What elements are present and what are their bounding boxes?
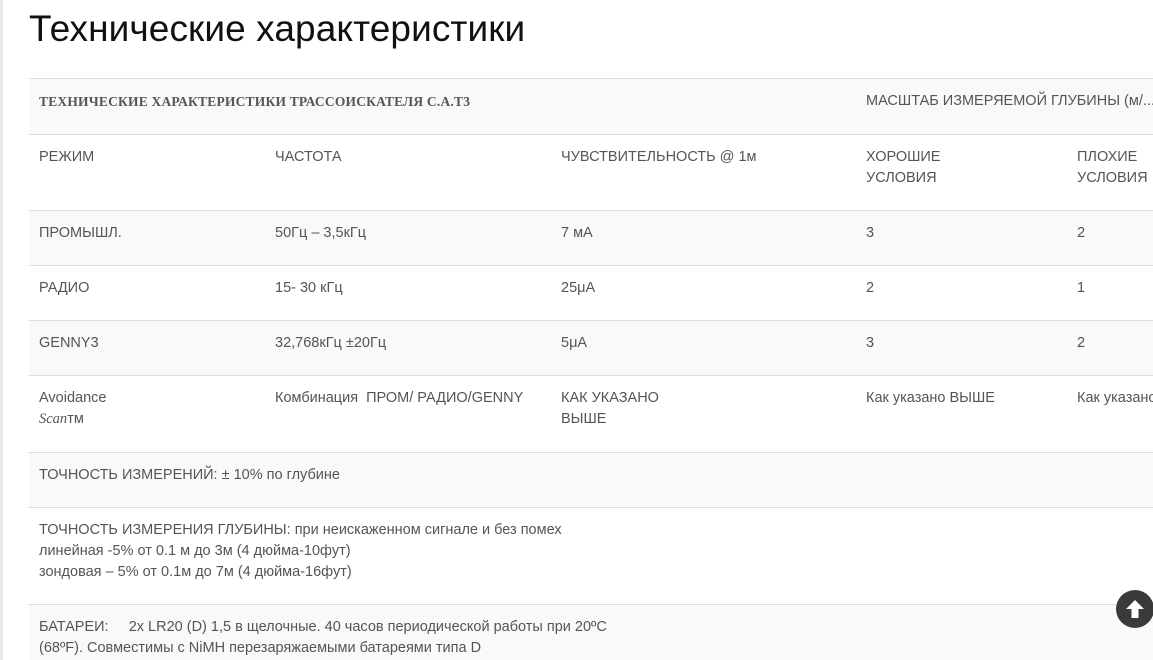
- row-sensitivity: 7 мА: [551, 210, 856, 266]
- table-row: GENNY3 32,768кГц ±20Гц 5μA 3 2: [29, 320, 1153, 376]
- scroll-to-top-button[interactable]: [1116, 590, 1153, 628]
- depth-scale-cell: МАСШТАБ ИЗМЕРЯЕМОЙ ГЛУБИНЫ (м/...: [856, 78, 1153, 135]
- avoidance-mode: Avoidance Scanтм: [29, 375, 265, 453]
- avoidance-bad-text: Как указано ВЫШЕ: [1077, 390, 1153, 406]
- avoidance-sensitivity: КАК УКАЗАНО ВЫШЕ: [551, 375, 856, 453]
- row-sensitivity: 5μA: [551, 320, 856, 376]
- accuracy-text: ТОЧНОСТЬ ИЗМЕРЕНИЙ: ± 10% по глубине: [39, 467, 340, 483]
- row-frequency: 15- 30 кГц: [265, 265, 551, 321]
- row-frequency: 32,768кГц ±20Гц: [265, 320, 551, 376]
- col-bad-line1: ПЛОХИЕ: [1077, 149, 1138, 165]
- avoidance-good: Как указано ВЫШЕ: [856, 375, 1067, 453]
- trademark-text: тм: [67, 411, 84, 427]
- table-header-row: ТЕХНИЧЕСКИЕ ХАРАКТЕРИСТИКИ ТРАССОИСКАТЕЛ…: [29, 78, 1153, 135]
- col-bad-conditions: ПЛОХИЕ УСЛОВИЯ: [1067, 134, 1153, 211]
- batteries-row: БАТАРЕИ: 2x LR20 (D) 1,5 в щелочные. 40 …: [29, 604, 1153, 660]
- row-good: 3: [856, 210, 1067, 266]
- row-sensitivity: 25μA: [551, 265, 856, 321]
- row-bad: 1: [1067, 265, 1153, 321]
- column-header-row: РЕЖИМ ЧАСТОТА ЧУВСТВИТЕЛЬНОСТЬ @ 1м ХОРО…: [29, 134, 1153, 211]
- avoidance-good-text: Как указано ВЫШЕ: [866, 390, 995, 406]
- depth-accuracy-cell: ТОЧНОСТЬ ИЗМЕРЕНИЯ ГЛУБИНЫ: при неискаже…: [29, 507, 1153, 605]
- accuracy-row: ТОЧНОСТЬ ИЗМЕРЕНИЙ: ± 10% по глубине: [29, 452, 1153, 508]
- table-row: РАДИО 15- 30 кГц 25μA 2 1: [29, 265, 1153, 321]
- left-border: [0, 0, 3, 660]
- col-good-line1: ХОРОШИЕ: [866, 149, 941, 165]
- row-mode: РАДИО: [29, 265, 265, 321]
- accuracy-cell: ТОЧНОСТЬ ИЗМЕРЕНИЙ: ± 10% по глубине: [29, 452, 1153, 508]
- avoidance-frequency: Комбинация ПРОМ/ РАДИО/GENNY: [265, 375, 551, 453]
- page-title: Технические характеристики: [29, 8, 526, 49]
- batteries-line1: БАТАРЕИ: 2x LR20 (D) 1,5 в щелочные. 40 …: [39, 619, 607, 635]
- row-mode: GENNY3: [29, 320, 265, 376]
- col-mode: РЕЖИМ: [29, 134, 265, 211]
- col-bad-line2: УСЛОВИЯ: [1077, 170, 1148, 186]
- table-title: ТЕХНИЧЕСКИЕ ХАРАКТЕРИСТИКИ ТРАССОИСКАТЕЛ…: [39, 94, 471, 109]
- avoidance-mode-line1: Avoidance: [39, 390, 107, 406]
- row-bad: 2: [1067, 210, 1153, 266]
- avoidance-sensitivity-line2: ВЫШЕ: [561, 411, 607, 427]
- depth-accuracy-line3: зондовая – 5% от 0.1м до 7м (4 дюйма-16ф…: [39, 564, 352, 580]
- spec-table: ТЕХНИЧЕСКИЕ ХАРАКТЕРИСТИКИ ТРАССОИСКАТЕЛ…: [29, 78, 1153, 660]
- table-title-cell: ТЕХНИЧЕСКИЕ ХАРАКТЕРИСТИКИ ТРАССОИСКАТЕЛ…: [29, 78, 856, 135]
- avoidance-sensitivity-line1: КАК УКАЗАНО: [561, 390, 659, 406]
- row-mode: ПРОМЫШЛ.: [29, 210, 265, 266]
- batteries-cell: БАТАРЕИ: 2x LR20 (D) 1,5 в щелочные. 40 …: [29, 604, 1153, 660]
- col-good-line2: УСЛОВИЯ: [866, 170, 937, 186]
- avoidance-frequency-text: Комбинация ПРОМ/ РАДИО/GENNY: [275, 390, 524, 406]
- row-good: 3: [856, 320, 1067, 376]
- avoidance-bad: Как указано ВЫШЕ: [1067, 375, 1153, 453]
- depth-accuracy-line2: линейная -5% от 0.1 м до 3м (4 дюйма-10ф…: [39, 543, 351, 559]
- col-sensitivity: ЧУВСТВИТЕЛЬНОСТЬ @ 1м: [551, 134, 856, 211]
- col-frequency: ЧАСТОТА: [265, 134, 551, 211]
- batteries-line2: (68ºF). Совместимы с NiMH перезаряжаемым…: [39, 640, 482, 656]
- avoidance-scan-text: Scan: [39, 411, 68, 427]
- row-frequency: 50Гц – 3,5кГц: [265, 210, 551, 266]
- depth-accuracy-row: ТОЧНОСТЬ ИЗМЕРЕНИЯ ГЛУБИНЫ: при неискаже…: [29, 507, 1153, 605]
- page: Технические характеристики ТЕХНИЧЕСКИЕ Х…: [0, 0, 1153, 660]
- depth-scale-header: МАСШТАБ ИЗМЕРЯЕМОЙ ГЛУБИНЫ (м/...: [866, 93, 1153, 109]
- table-row-avoidance: Avoidance Scanтм Комбинация ПРОМ/ РАДИО/…: [29, 375, 1153, 453]
- arrow-up-icon: [1126, 600, 1144, 618]
- row-bad: 2: [1067, 320, 1153, 376]
- depth-accuracy-line1: ТОЧНОСТЬ ИЗМЕРЕНИЯ ГЛУБИНЫ: при неискаже…: [39, 522, 562, 538]
- col-good-conditions: ХОРОШИЕ УСЛОВИЯ: [856, 134, 1067, 211]
- row-good: 2: [856, 265, 1067, 321]
- table-row: ПРОМЫШЛ. 50Гц – 3,5кГц 7 мА 3 2: [29, 210, 1153, 266]
